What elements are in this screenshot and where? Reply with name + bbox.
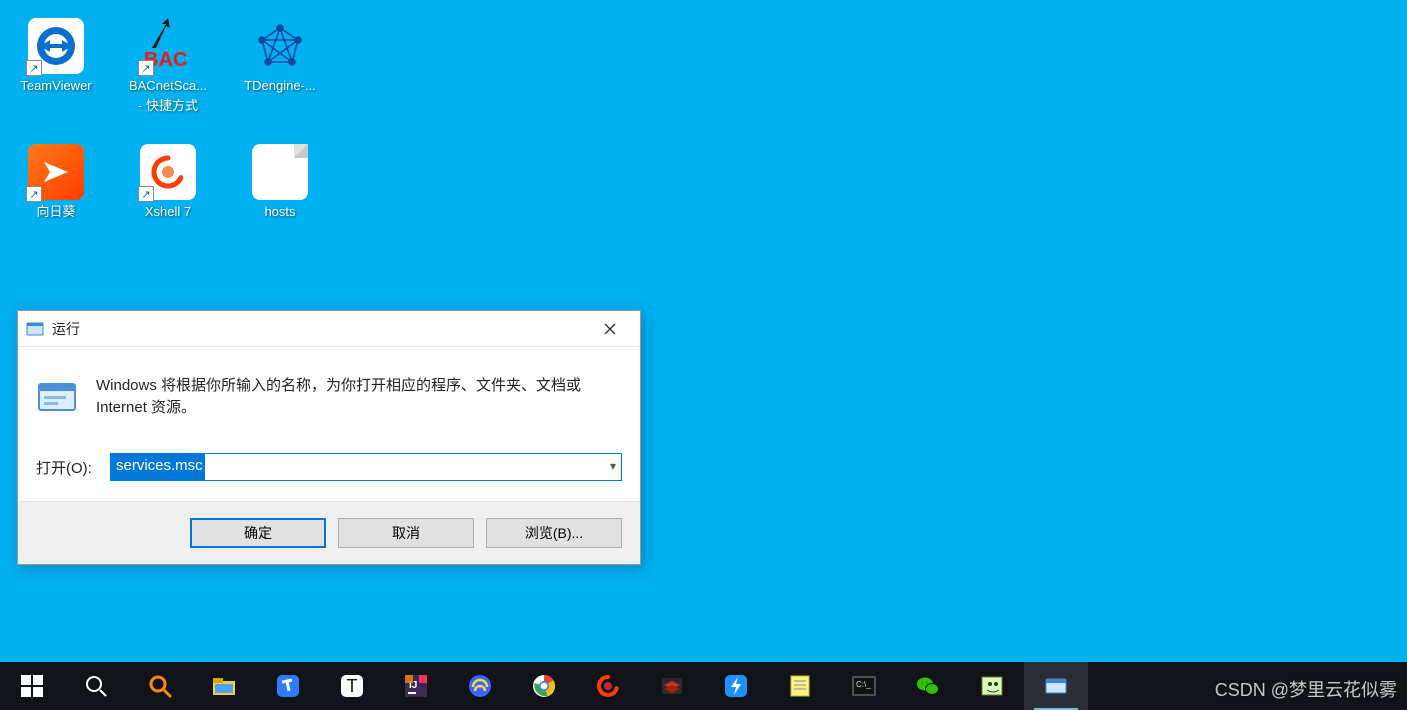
run-title: 运行 [52, 319, 80, 339]
cmd-icon: C:\_ [851, 673, 877, 699]
search-orange-icon [147, 673, 173, 699]
folder-icon [211, 673, 237, 699]
desktop-icon-label: 向日葵 [36, 204, 75, 220]
shortcut-arrow-icon: ↗ [26, 60, 42, 76]
taskbar-run[interactable] [1024, 662, 1088, 710]
run-footer: 确定 取消 浏览(B)... [18, 501, 640, 564]
tdengine-icon [252, 18, 308, 74]
close-icon [604, 323, 616, 335]
taskbar-navicat[interactable] [448, 662, 512, 710]
taskbar-cmd[interactable]: C:\_ [832, 662, 896, 710]
ok-button[interactable]: 确定 [190, 518, 326, 548]
close-button[interactable] [588, 315, 632, 343]
navicat-icon [467, 673, 493, 699]
desktop[interactable]: ↗ TeamViewer BAC ↗ BACnetSca... - 快捷方式 [0, 0, 1407, 710]
desktop-icon-label: BACnetSca... [129, 78, 207, 94]
sunflower-icon: ↗ [28, 144, 84, 200]
run-dialog: 运行 Windows 将根据你所输入的名称，为你打开相应的程序、文件夹、文档或 … [17, 310, 641, 565]
shortcut-arrow-icon: ↗ [138, 60, 154, 76]
desktop-icon-teamviewer[interactable]: ↗ TeamViewer [0, 12, 112, 120]
run-large-icon [36, 375, 78, 419]
desktop-icon-xshell[interactable]: ↗ Xshell 7 [112, 138, 224, 226]
taskbar-chrome[interactable] [512, 662, 576, 710]
svg-text:T: T [347, 676, 358, 696]
search-icon [83, 673, 109, 699]
run-body: Windows 将根据你所输入的名称，为你打开相应的程序、文件夹、文档或 Int… [18, 347, 640, 501]
run-titlebar[interactable]: 运行 [18, 311, 640, 347]
chrome-icon [531, 673, 557, 699]
svg-text:C:\_: C:\_ [856, 680, 871, 689]
browse-button[interactable]: 浏览(B)... [486, 518, 622, 548]
cancel-button[interactable]: 取消 [338, 518, 474, 548]
letter-t-icon: T [339, 673, 365, 699]
taskbar-search[interactable] [64, 662, 128, 710]
notepad-icon [787, 673, 813, 699]
redis-icon [659, 673, 685, 699]
taskbar-everything[interactable] [128, 662, 192, 710]
wechat-icon [915, 673, 941, 699]
shortcut-arrow-icon: ↗ [26, 186, 42, 202]
xshell-icon: ↗ [140, 144, 196, 200]
file-icon [252, 144, 308, 200]
taskbar-wechat[interactable] [896, 662, 960, 710]
desktop-icon-sublabel: - 快捷方式 [138, 98, 198, 114]
shortcut-arrow-icon: ↗ [138, 186, 154, 202]
desktop-icon-bacnet[interactable]: BAC ↗ BACnetSca... - 快捷方式 [112, 12, 224, 120]
taskbar-intellij[interactable]: IJ [384, 662, 448, 710]
open-label: 打开(O): [36, 457, 110, 478]
desktop-icon-label: Xshell 7 [145, 204, 191, 220]
desktop-icon-hosts[interactable]: hosts [224, 138, 336, 226]
run-taskbar-icon [1043, 673, 1069, 699]
taskbar-sunflower[interactable] [576, 662, 640, 710]
thunder-icon [723, 673, 749, 699]
npp-icon [979, 673, 1005, 699]
bacnet-icon: BAC ↗ [140, 18, 196, 74]
taskbar-start[interactable] [0, 662, 64, 710]
taskbar-file-explorer[interactable] [192, 662, 256, 710]
windows-icon [19, 673, 45, 699]
taskbar-notepad[interactable] [768, 662, 832, 710]
teamviewer-icon: ↗ [28, 18, 84, 74]
sunflower-small-icon [595, 673, 621, 699]
run-icon [26, 320, 44, 338]
desktop-icons: ↗ TeamViewer BAC ↗ BACnetSca... - 快捷方式 [0, 12, 336, 226]
desktop-icon-label: TDengine-... [244, 78, 316, 94]
desktop-icon-label: TeamViewer [20, 78, 91, 94]
run-description: Windows 将根据你所输入的名称，为你打开相应的程序、文件夹、文档或 Int… [96, 375, 622, 419]
desktop-icon-tdengine[interactable]: TDengine-... [224, 12, 336, 120]
desktop-icon-sunflower[interactable]: ↗ 向日葵 [0, 138, 112, 226]
taskbar-redis[interactable] [640, 662, 704, 710]
taskbar-todesk[interactable] [256, 662, 320, 710]
open-combobox[interactable]: services.msc ▾ [110, 453, 622, 481]
taskbar-thunder[interactable] [704, 662, 768, 710]
todesk-icon [275, 673, 301, 699]
desktop-icon-label: hosts [264, 204, 295, 220]
taskbar-notepadpp[interactable] [960, 662, 1024, 710]
intellij-icon: IJ [403, 673, 429, 699]
taskbar-typora[interactable]: T [320, 662, 384, 710]
open-input[interactable] [110, 453, 622, 481]
taskbar: T IJ C:\_ [0, 662, 1407, 710]
